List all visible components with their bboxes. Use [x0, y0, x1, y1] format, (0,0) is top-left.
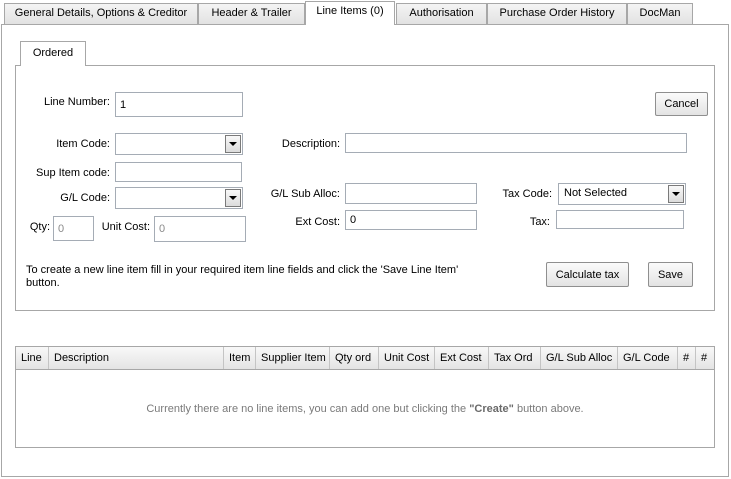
tab-ordered[interactable]: Ordered [20, 41, 86, 66]
sup-item-code-label: Sup Item code: [36, 167, 110, 179]
tax-label: Tax: [529, 216, 550, 228]
ext-cost-label: Ext Cost: [295, 216, 340, 228]
column-header-hash-2[interactable]: # [696, 347, 714, 369]
tax-code-label: Tax Code: [502, 188, 552, 200]
grid-header: Line Description Item Supplier Item Qty … [16, 347, 714, 370]
column-header-description[interactable]: Description [49, 347, 224, 369]
sup-item-code-input[interactable] [115, 162, 242, 182]
tab-docman[interactable]: DocMan [627, 3, 693, 24]
chevron-down-icon[interactable] [225, 189, 241, 207]
item-code-select[interactable] [115, 133, 243, 155]
line-items-grid: Line Description Item Supplier Item Qty … [15, 346, 715, 448]
description-input[interactable] [345, 133, 687, 153]
qty-label: Qty: [29, 221, 50, 233]
gl-sub-alloc-label: G/L Sub Alloc: [270, 188, 340, 200]
column-header-supplier-item[interactable]: Supplier Item [256, 347, 330, 369]
qty-input[interactable] [53, 216, 94, 241]
tab-line-items[interactable]: Line Items (0) [305, 1, 395, 25]
cancel-button[interactable]: Cancel [655, 92, 708, 116]
save-button[interactable]: Save [648, 262, 693, 287]
tab-general-details[interactable]: General Details, Options & Creditor [4, 3, 198, 24]
help-text: To create a new line item fill in your r… [26, 264, 459, 289]
line-number-label: Line Number: [43, 96, 110, 108]
tax-code-select[interactable]: Not Selected [558, 183, 686, 205]
unit-cost-input[interactable] [154, 216, 246, 242]
main-tab-bar: General Details, Options & Creditor Head… [0, 0, 731, 25]
column-header-line[interactable]: Line [16, 347, 49, 369]
unit-cost-label: Unit Cost: [101, 221, 150, 233]
gl-sub-alloc-input[interactable] [345, 183, 477, 204]
chevron-down-icon[interactable] [225, 135, 241, 153]
tab-header-trailer[interactable]: Header & Trailer [198, 3, 305, 24]
column-header-unit-cost[interactable]: Unit Cost [379, 347, 435, 369]
empty-message-text: Currently there are no line items, you c… [146, 403, 470, 415]
empty-grid-message: Currently there are no line items, you c… [16, 403, 714, 415]
column-header-ext-cost[interactable]: Ext Cost [435, 347, 489, 369]
column-header-qty-ord[interactable]: Qty ord [330, 347, 379, 369]
column-header-hash-1[interactable]: # [678, 347, 696, 369]
empty-message-create-keyword: "Create" [469, 403, 514, 415]
calculate-tax-button[interactable]: Calculate tax [546, 262, 629, 287]
chevron-down-icon[interactable] [668, 185, 684, 203]
column-header-gl-sub-alloc[interactable]: G/L Sub Alloc [541, 347, 618, 369]
column-header-tax-ord[interactable]: Tax Ord [489, 347, 541, 369]
tab-authorisation[interactable]: Authorisation [396, 3, 487, 24]
ext-cost-input[interactable] [345, 210, 477, 230]
gl-code-select[interactable] [115, 187, 243, 209]
empty-message-suffix: button above. [513, 403, 584, 415]
gl-code-label: G/L Code: [60, 192, 110, 204]
line-number-input[interactable] [115, 92, 243, 117]
tax-input[interactable] [556, 210, 684, 229]
column-header-item[interactable]: Item [224, 347, 256, 369]
tab-purchase-order-history[interactable]: Purchase Order History [487, 3, 627, 24]
tax-code-value: Not Selected [564, 187, 627, 199]
column-header-gl-code[interactable]: G/L Code [618, 347, 678, 369]
item-code-label: Item Code: [56, 138, 110, 150]
description-label: Description: [281, 138, 340, 150]
